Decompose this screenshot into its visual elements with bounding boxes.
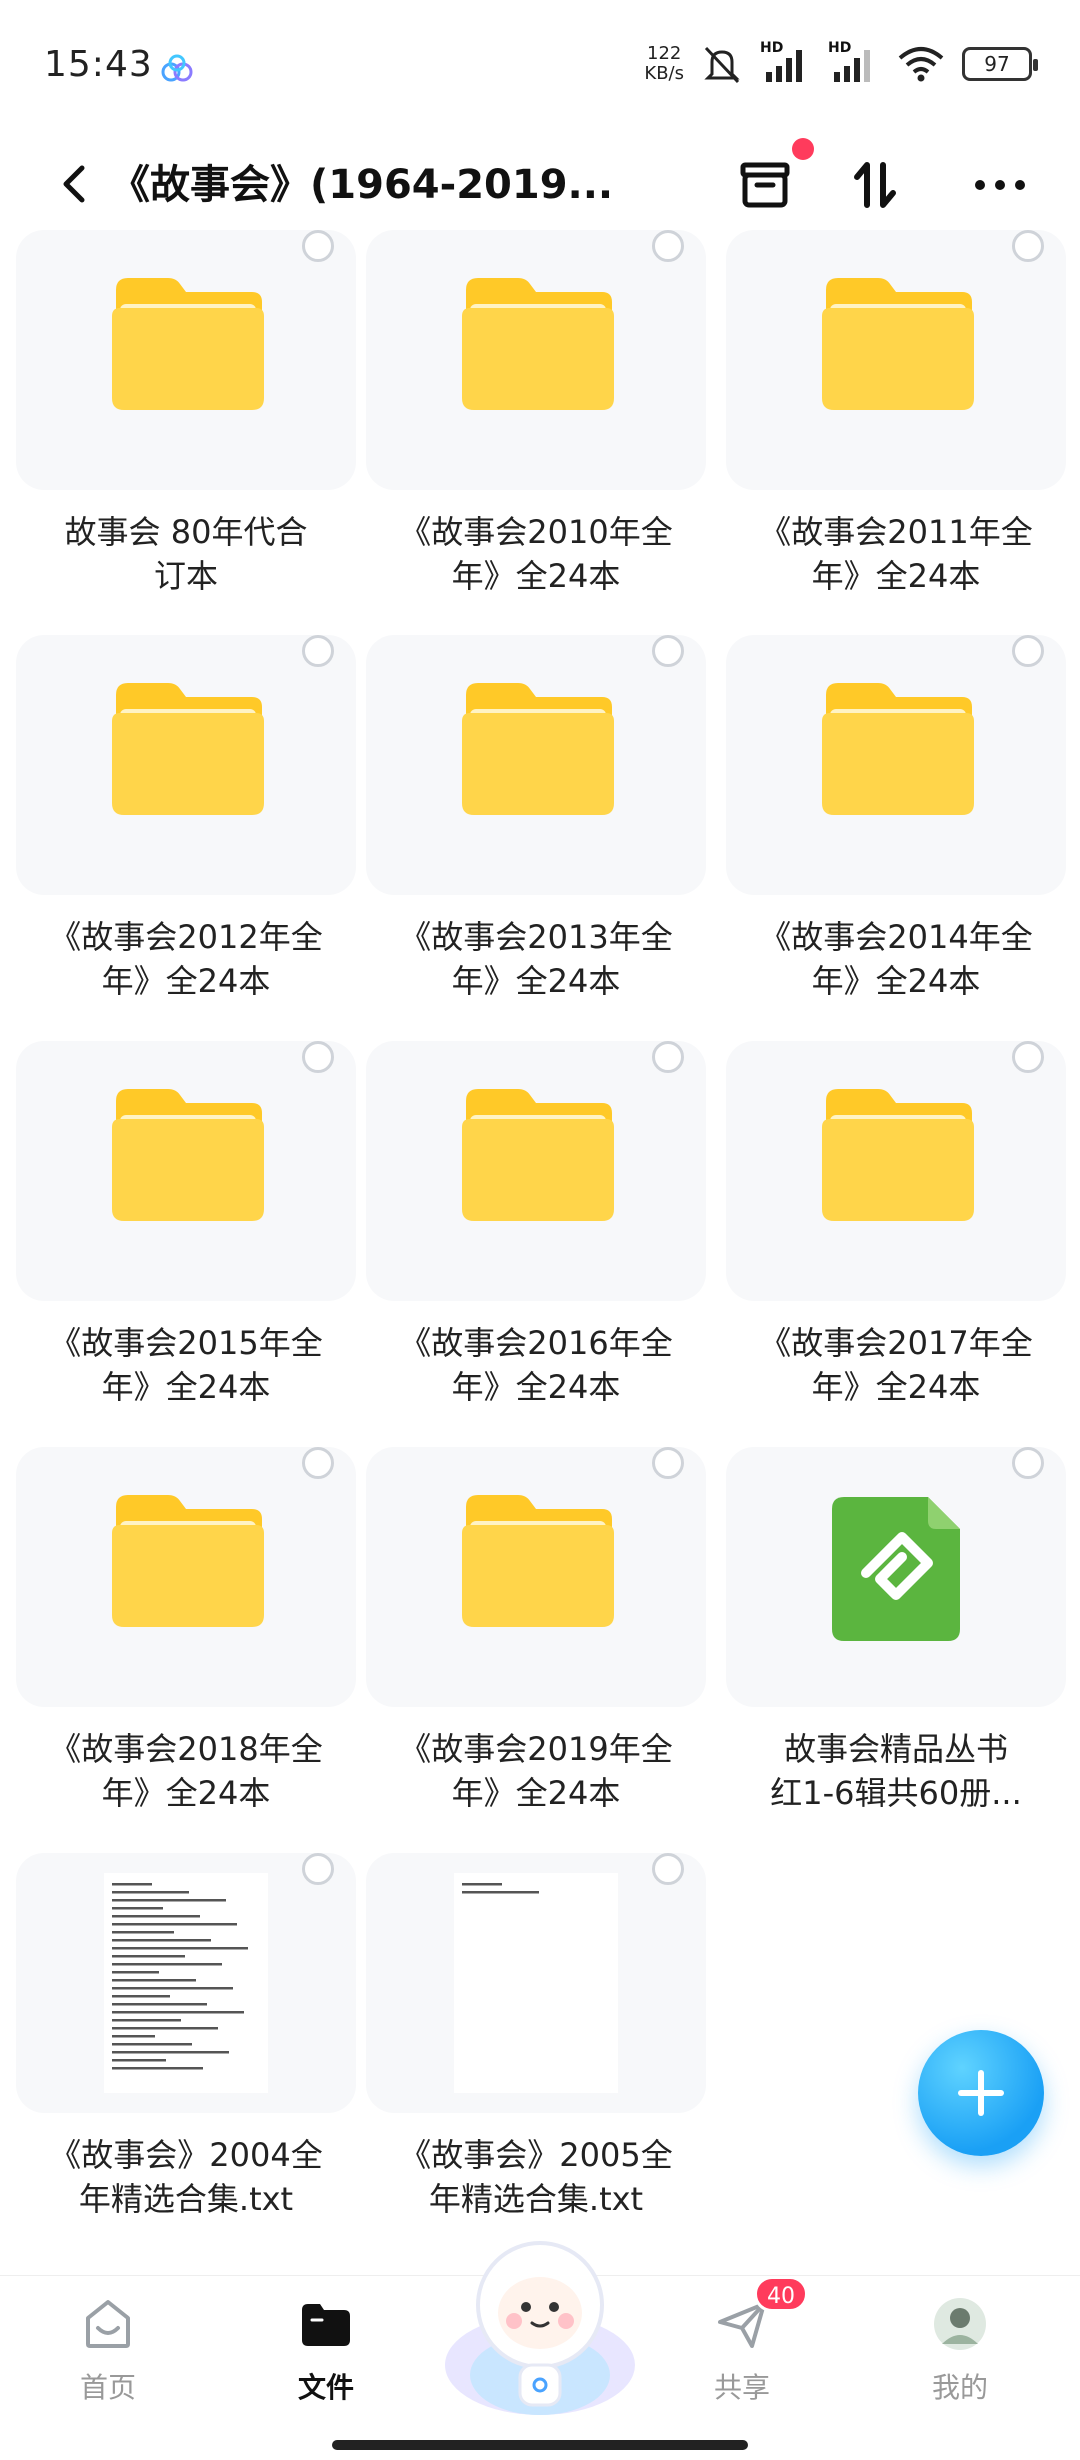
folder-icon [112,1495,264,1627]
share-badge: 40 [754,2276,808,2312]
home-icon [86,2300,130,2348]
select-checkbox[interactable] [302,635,334,667]
folder-tile[interactable] [16,635,356,895]
hd-label-1: HD [760,40,784,56]
nav-share[interactable]: 40 共享 [662,2276,822,2416]
select-checkbox[interactable] [1012,1041,1044,1073]
avatar-icon [934,2298,986,2350]
folder-tile[interactable] [366,635,706,895]
archive-box-icon [740,162,790,208]
folder-icon [822,1089,974,1221]
select-checkbox[interactable] [302,1447,334,1479]
item-name: 《故事会2015年全 年》全24本 [49,1324,323,1406]
nav-me[interactable]: 我的 [880,2276,1040,2416]
select-checkbox[interactable] [302,1853,334,1885]
folder-icon [112,683,264,815]
top-bar: 《故事会》(1964-2019... [0,130,1080,240]
add-button[interactable] [918,2030,1044,2156]
cloud-app-icon [161,54,193,82]
notification-dot [792,138,814,160]
item-name: 《故事会2018年全 年》全24本 [49,1730,323,1812]
folder-icon [462,1089,614,1221]
status-indicators: 122 KB/s HD HD 97 [644,40,1038,88]
nav-share-label: 共享 [713,2371,770,2404]
select-checkbox[interactable] [1012,635,1044,667]
folder-icon [822,278,974,410]
more-button[interactable] [955,140,1045,230]
item-name: 《故事会2016年全 年》全24本 [399,1324,673,1406]
item-name: 《故事会2012年全 年》全24本 [49,918,323,1000]
select-checkbox[interactable] [652,1447,684,1479]
network-speed: 122 KB/s [644,44,684,84]
item-name: 《故事会》2005全 年精选合集.txt [399,2136,673,2218]
item-name: 故事会精品丛书 红1-6辑共60册... [770,1730,1022,1812]
folder-tile[interactable] [726,1041,1066,1301]
folder-icon [822,683,974,815]
item-name: 《故事会2017年全 年》全24本 [759,1324,1033,1406]
nav-me-label: 我的 [931,2371,988,2404]
select-checkbox[interactable] [1012,1447,1044,1479]
item-name: 《故事会2013年全 年》全24本 [399,918,673,1000]
hd-label-2: HD [828,40,852,56]
nav-files-label: 文件 [297,2371,354,2404]
select-checkbox[interactable] [652,230,684,262]
signal-2: HD [828,40,880,84]
folder-tile[interactable] [366,1447,706,1707]
item-name: 《故事会2019年全 年》全24本 [399,1730,673,1812]
folder-tile[interactable] [726,230,1066,490]
file-tile[interactable] [16,1853,356,2113]
plus-icon [958,2070,1004,2116]
select-checkbox[interactable] [652,1853,684,1885]
wifi-icon [898,47,944,82]
chevron-left-icon [63,165,85,203]
archive-button[interactable] [720,138,814,230]
mute-bell-icon [704,46,740,84]
item-name: 《故事会2011年全 年》全24本 [759,513,1033,595]
folder-icon [302,2304,350,2346]
folder-tile[interactable] [726,635,1066,895]
net-speed-unit: KB/s [644,63,684,84]
nav-files[interactable]: 文件 [246,2276,406,2416]
item-name: 《故事会2014年全 年》全24本 [759,918,1033,1000]
mascot-assistant-button[interactable] [440,2225,640,2425]
page-title: 《故事会》(1964-2019... [110,162,614,208]
folder-icon [112,278,264,410]
select-checkbox[interactable] [302,1041,334,1073]
folder-tile[interactable] [16,1447,356,1707]
status-bar: 15:43 122 KB/s HD HD 97 [0,0,1080,130]
file-tile[interactable] [366,1853,706,2113]
select-checkbox[interactable] [652,635,684,667]
home-indicator [332,2440,748,2450]
battery-indicator: 97 [962,47,1038,81]
folder-tile[interactable] [16,1041,356,1301]
folder-icon [462,1495,614,1627]
select-checkbox[interactable] [652,1041,684,1073]
item-name: 《故事会》2004全 年精选合集.txt [49,2136,323,2218]
sort-button[interactable] [830,140,920,230]
epub-file-icon [832,1497,960,1641]
folder-tile[interactable] [366,1041,706,1301]
select-checkbox[interactable] [302,230,334,262]
item-name: 《故事会2010年全 年》全24本 [399,513,673,595]
folder-tile[interactable] [16,230,356,490]
signal-1: HD [760,40,812,84]
nav-home-label: 首页 [79,2371,136,2404]
status-time: 15:43 [44,44,153,85]
file-tile[interactable] [726,1447,1066,1707]
back-button[interactable] [44,148,104,218]
select-checkbox[interactable] [1012,230,1044,262]
folder-icon [112,1089,264,1221]
item-name: 故事会 80年代合 订本 [64,513,308,595]
nav-home[interactable]: 首页 [28,2276,188,2416]
sort-arrows-icon [854,162,896,208]
net-speed-value: 122 [647,43,682,64]
more-dots-icon [975,180,1025,190]
folder-tile[interactable] [366,230,706,490]
text-document-thumbnail [104,1873,268,2093]
text-document-thumbnail [454,1873,618,2093]
folder-icon [462,683,614,815]
folder-icon [462,278,614,410]
